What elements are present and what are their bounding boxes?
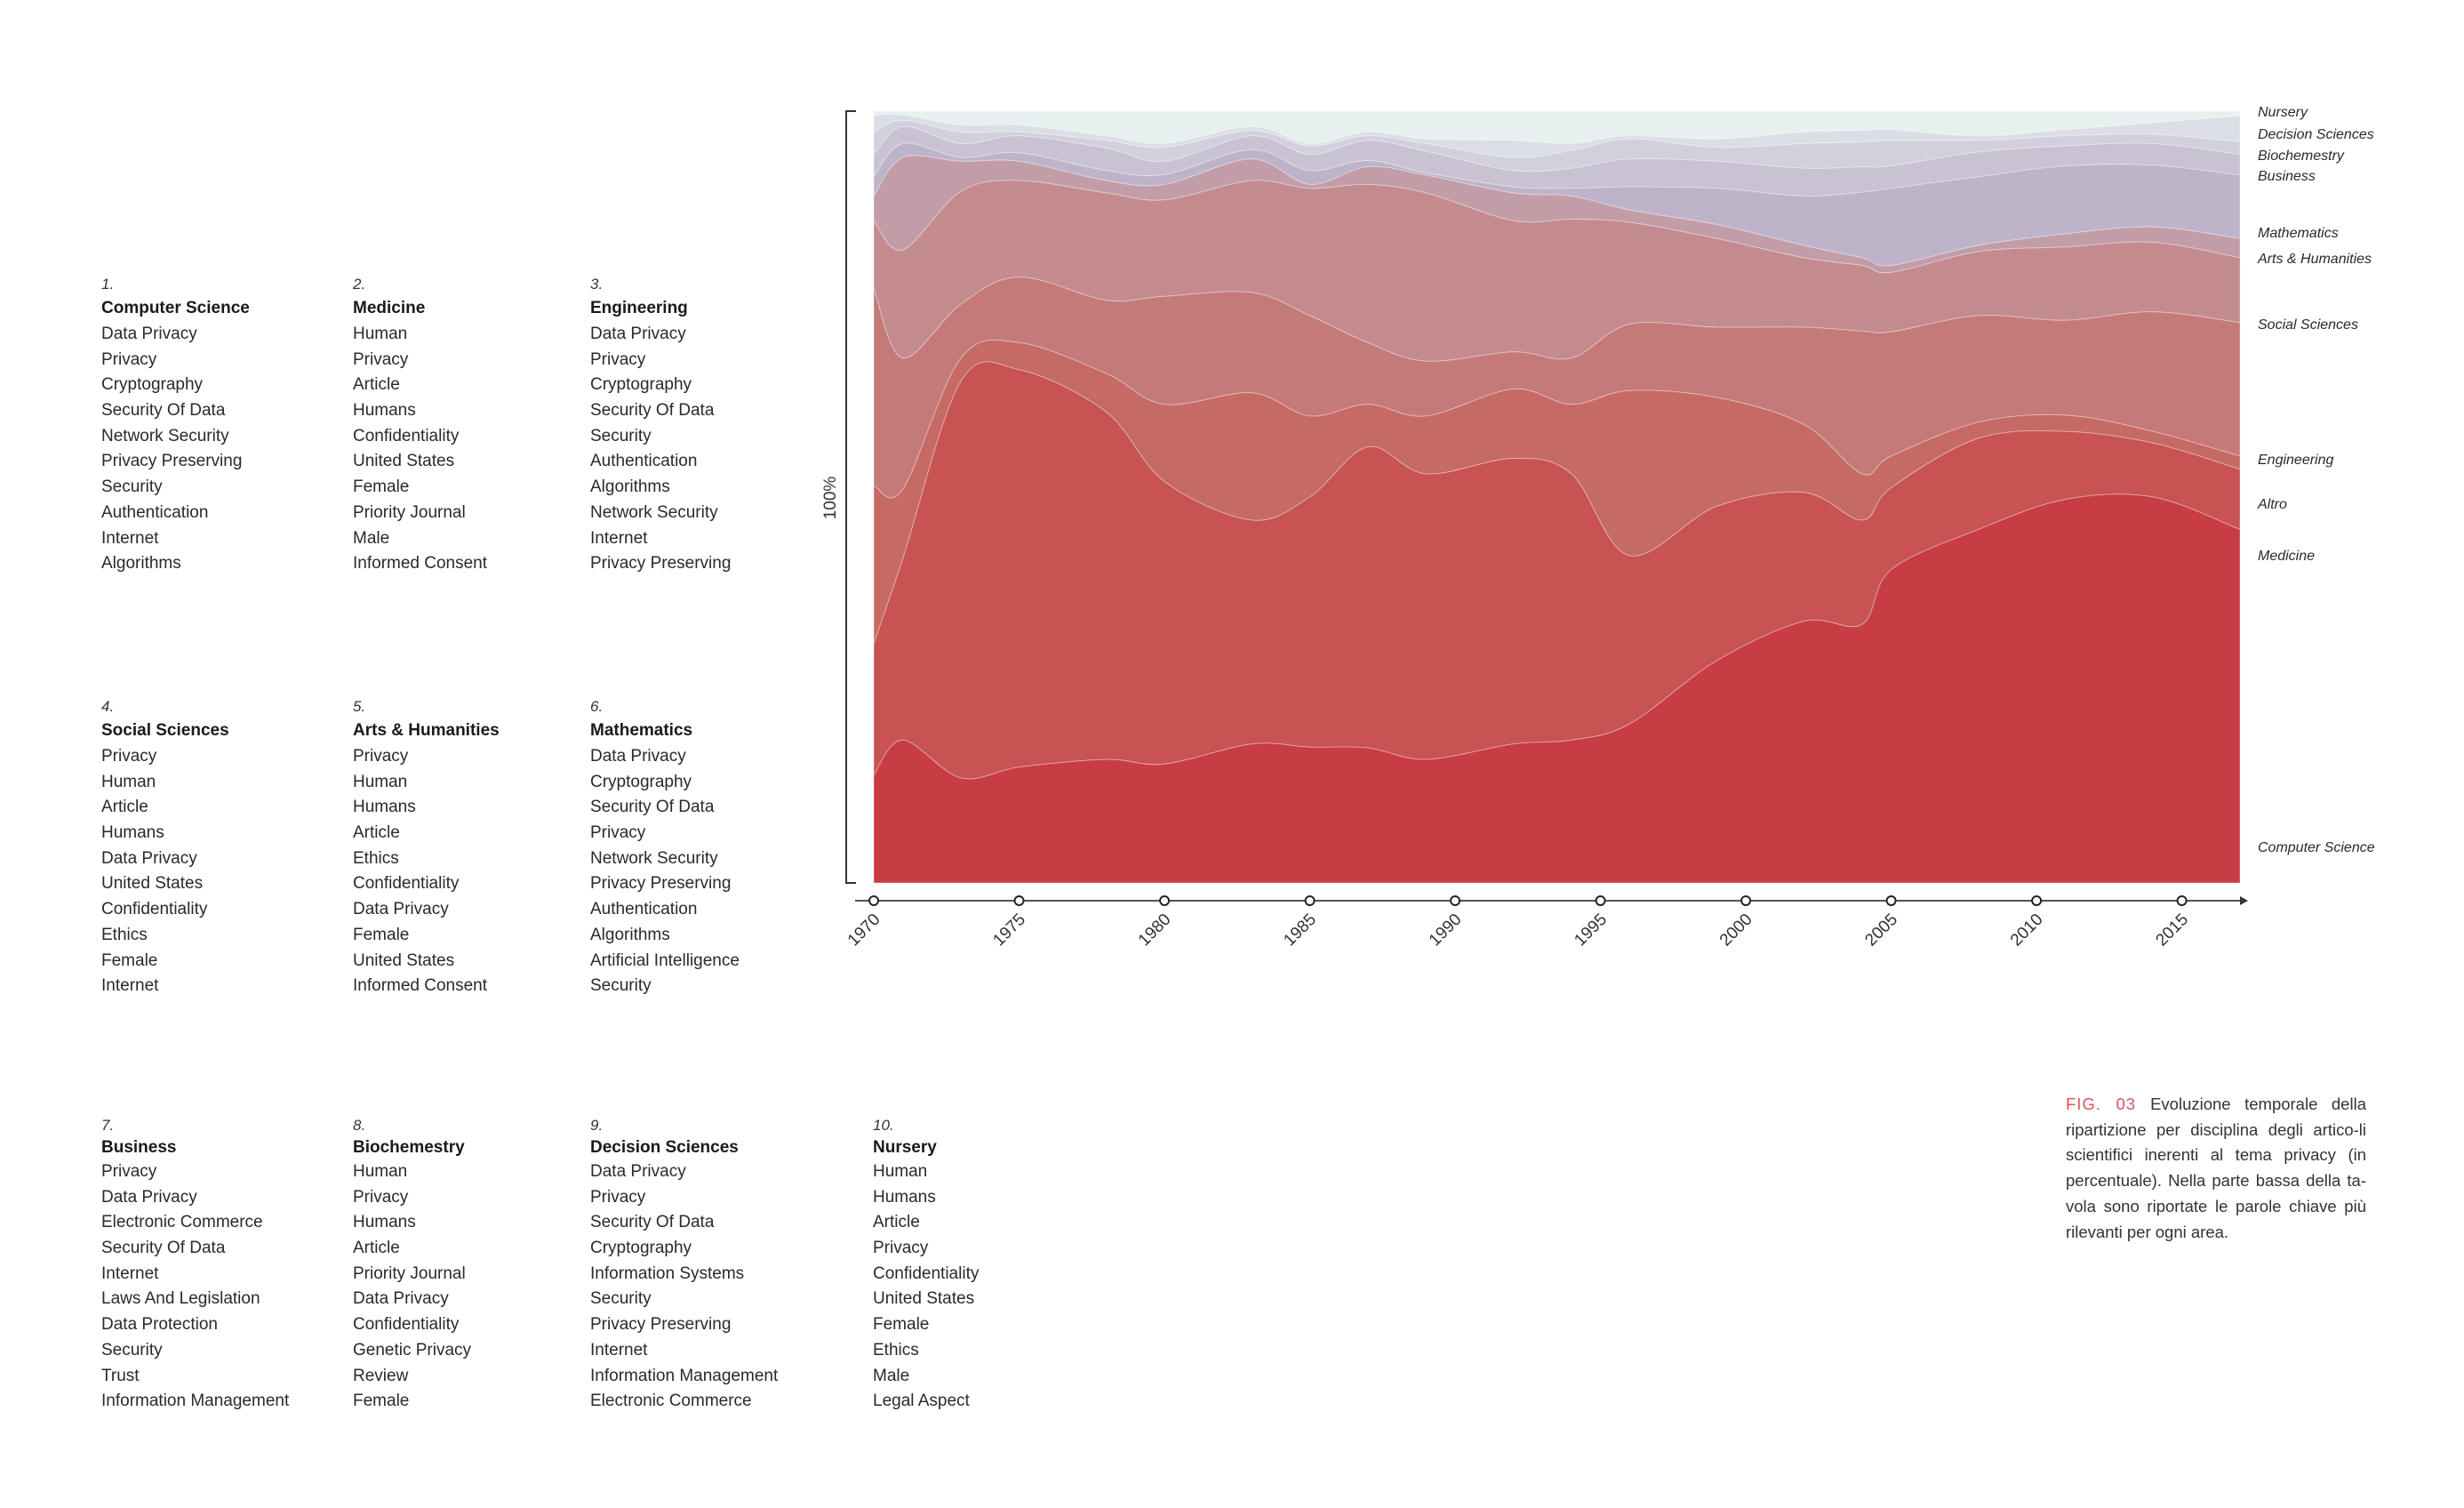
series-label: Engineering	[2258, 453, 2334, 468]
series-label: Computer Science	[2258, 840, 2375, 855]
series-label: Medicine	[2258, 549, 2315, 564]
x-tick-label: 1985	[1280, 910, 1320, 951]
x-tick-label: 2005	[1861, 910, 1901, 951]
streamgraph-chart: 100% 1970 1975 1980 1985 1990 1995 2000 2005 201…	[821, 102, 2375, 951]
x-tick-marker	[2176, 895, 2188, 906]
x-tick-marker	[868, 895, 879, 906]
series-label: Arts & Humanities	[2257, 252, 2372, 267]
x-tick-marker	[1885, 895, 1897, 906]
series-label: Social Sciences	[2258, 317, 2358, 333]
x-tick-marker	[1013, 895, 1025, 906]
caption-text: Evoluzione temporale della ripartizione …	[2066, 1095, 2366, 1241]
y-axis-label: 100%	[821, 477, 840, 520]
series-label: Altro	[2257, 497, 2287, 512]
x-tick-label: 1995	[1571, 910, 1611, 951]
series-label: Mathematics	[2258, 226, 2339, 241]
series-label: Business	[2258, 169, 2316, 184]
x-tick-label: 2015	[2152, 910, 2192, 951]
figure-label: FIG. 03	[2066, 1095, 2137, 1113]
x-tick-label: 1990	[1426, 910, 1466, 951]
x-tick-label: 2000	[1716, 910, 1756, 951]
x-tick-label: 1970	[844, 910, 884, 951]
series-label: Decision Sciences	[2258, 127, 2374, 142]
x-tick-marker	[1740, 895, 1752, 906]
x-tick-marker	[1304, 895, 1316, 906]
series-label: Nursery	[2258, 105, 2308, 120]
y-axis-bracket	[845, 110, 856, 884]
x-axis-arrow-icon	[2240, 896, 2248, 905]
x-tick-label: 2010	[2007, 910, 2047, 951]
x-tick-marker	[1450, 895, 1461, 906]
series-label: Biochemestry	[2258, 148, 2345, 164]
x-tick-marker	[1159, 895, 1171, 906]
figure-caption: FIG. 03 Evoluzione temporale della ripart…	[2066, 1092, 2366, 1245]
x-tick-marker	[1595, 895, 1606, 906]
x-tick-label: 1980	[1135, 910, 1175, 951]
x-tick-label: 1975	[989, 910, 1029, 951]
x-axis-ticks: 1970 1975 1980 1985 1990 1995 2000 2005 2010 2015	[844, 895, 2192, 951]
chart-layers	[873, 102, 2294, 892]
x-tick-marker	[2031, 895, 2043, 906]
